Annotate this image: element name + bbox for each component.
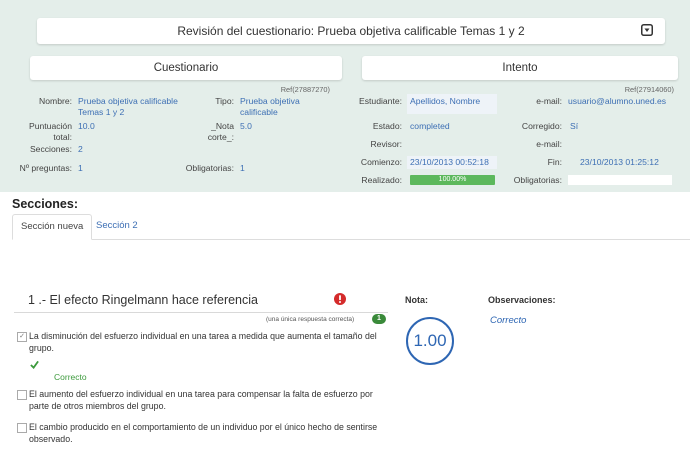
status-badge: 1 — [372, 314, 386, 324]
option-checkbox-1[interactable]: ✓ — [17, 332, 27, 342]
comienzo-value: 23/10/2013 00:52:18 — [407, 156, 497, 169]
obligatorias-intento-label: Obligatorias: — [513, 175, 562, 185]
email-label: e-mail: — [536, 96, 562, 106]
fin-label: Fin: — [547, 157, 562, 167]
cuestionario-ref: Ref(27887270) — [280, 85, 330, 94]
question-title: 1 .- El efecto Ringelmann hace referenci… — [28, 293, 258, 307]
tab-seccion-2[interactable]: Sección 2 — [88, 214, 146, 238]
nombre-value: Prueba objetiva calificable Temas 1 y 2 — [78, 96, 178, 117]
quiz-review-header: Revisión del cuestionario: Prueba objeti… — [37, 18, 665, 44]
page-title: Revisión del cuestionario: Prueba objeti… — [177, 24, 525, 38]
response-type: (una única respuesta correcta) — [266, 316, 355, 323]
observaciones-label: Observaciones: — [488, 295, 556, 305]
puntuacion-label: Puntuación total: — [28, 121, 72, 142]
check-icon — [30, 360, 39, 369]
estado-value: completed — [410, 121, 450, 131]
option-text-1: La disminución del esfuerzo individual e… — [29, 331, 377, 353]
corregido-label: Corregido: — [521, 121, 562, 131]
question-divider — [14, 312, 388, 313]
nota-label: Nota: — [405, 295, 428, 305]
realizado-progress-bar: 100.00% — [410, 175, 495, 185]
intento-ref: Ref(27914060) — [624, 85, 674, 94]
secciones-heading: Secciones: — [12, 197, 79, 211]
collapse-icon[interactable] — [641, 24, 653, 36]
email2-label: e-mail: — [536, 139, 562, 149]
option-checkbox-2[interactable] — [17, 390, 27, 400]
section-tabs: Sección nueva Sección 2 — [12, 214, 690, 240]
estado-label: Estado: — [372, 121, 402, 131]
score-circle: 1.00 — [406, 317, 454, 365]
preguntas-label: Nº preguntas: — [19, 163, 72, 173]
preguntas-value: 1 — [78, 163, 83, 173]
observaciones-value: Correcto — [490, 315, 527, 326]
corregido-value: Sí — [570, 121, 579, 131]
puntuacion-value: 10.0 — [78, 121, 95, 131]
cuestionario-heading: Cuestionario — [30, 56, 342, 80]
correct-feedback: Correcto — [54, 372, 87, 382]
estudiante-value: Apellidos, Nombre — [407, 94, 497, 114]
nombre-label: Nombre: — [39, 96, 72, 106]
alert-icon — [334, 293, 346, 305]
revisor-label: Revisor: — [370, 139, 402, 149]
secciones-value: 2 — [78, 144, 83, 154]
option-text-2: El aumento del esfuerzo individual en un… — [29, 389, 373, 411]
nota-corte-value: 5.0 — [240, 121, 252, 131]
email-value: usuario@alumno.uned.es — [568, 96, 667, 106]
estudiante-label: Estudiante: — [359, 96, 402, 106]
comienzo-label: Comienzo: — [360, 157, 402, 167]
option-checkbox-3[interactable] — [17, 423, 27, 433]
tipo-value: Prueba objetiva calificable — [240, 96, 300, 117]
intento-heading: Intento — [362, 56, 678, 80]
tipo-label: Tipo: — [215, 96, 234, 106]
option-text-3: El cambio producido en el comportamiento… — [29, 422, 378, 444]
tab-seccion-nueva[interactable]: Sección nueva — [12, 214, 93, 240]
obligatorias-value: 1 — [240, 163, 245, 173]
obligatorias-intento-field — [568, 175, 672, 185]
realizado-label: Realizado: — [361, 175, 402, 185]
secciones-label: Secciones: — [29, 144, 72, 154]
nota-corte-label: _Nota corte_: — [207, 121, 234, 142]
fin-value: 23/10/2013 01:25:12 — [580, 157, 659, 167]
obligatorias-label: Obligatorias: — [185, 163, 234, 173]
